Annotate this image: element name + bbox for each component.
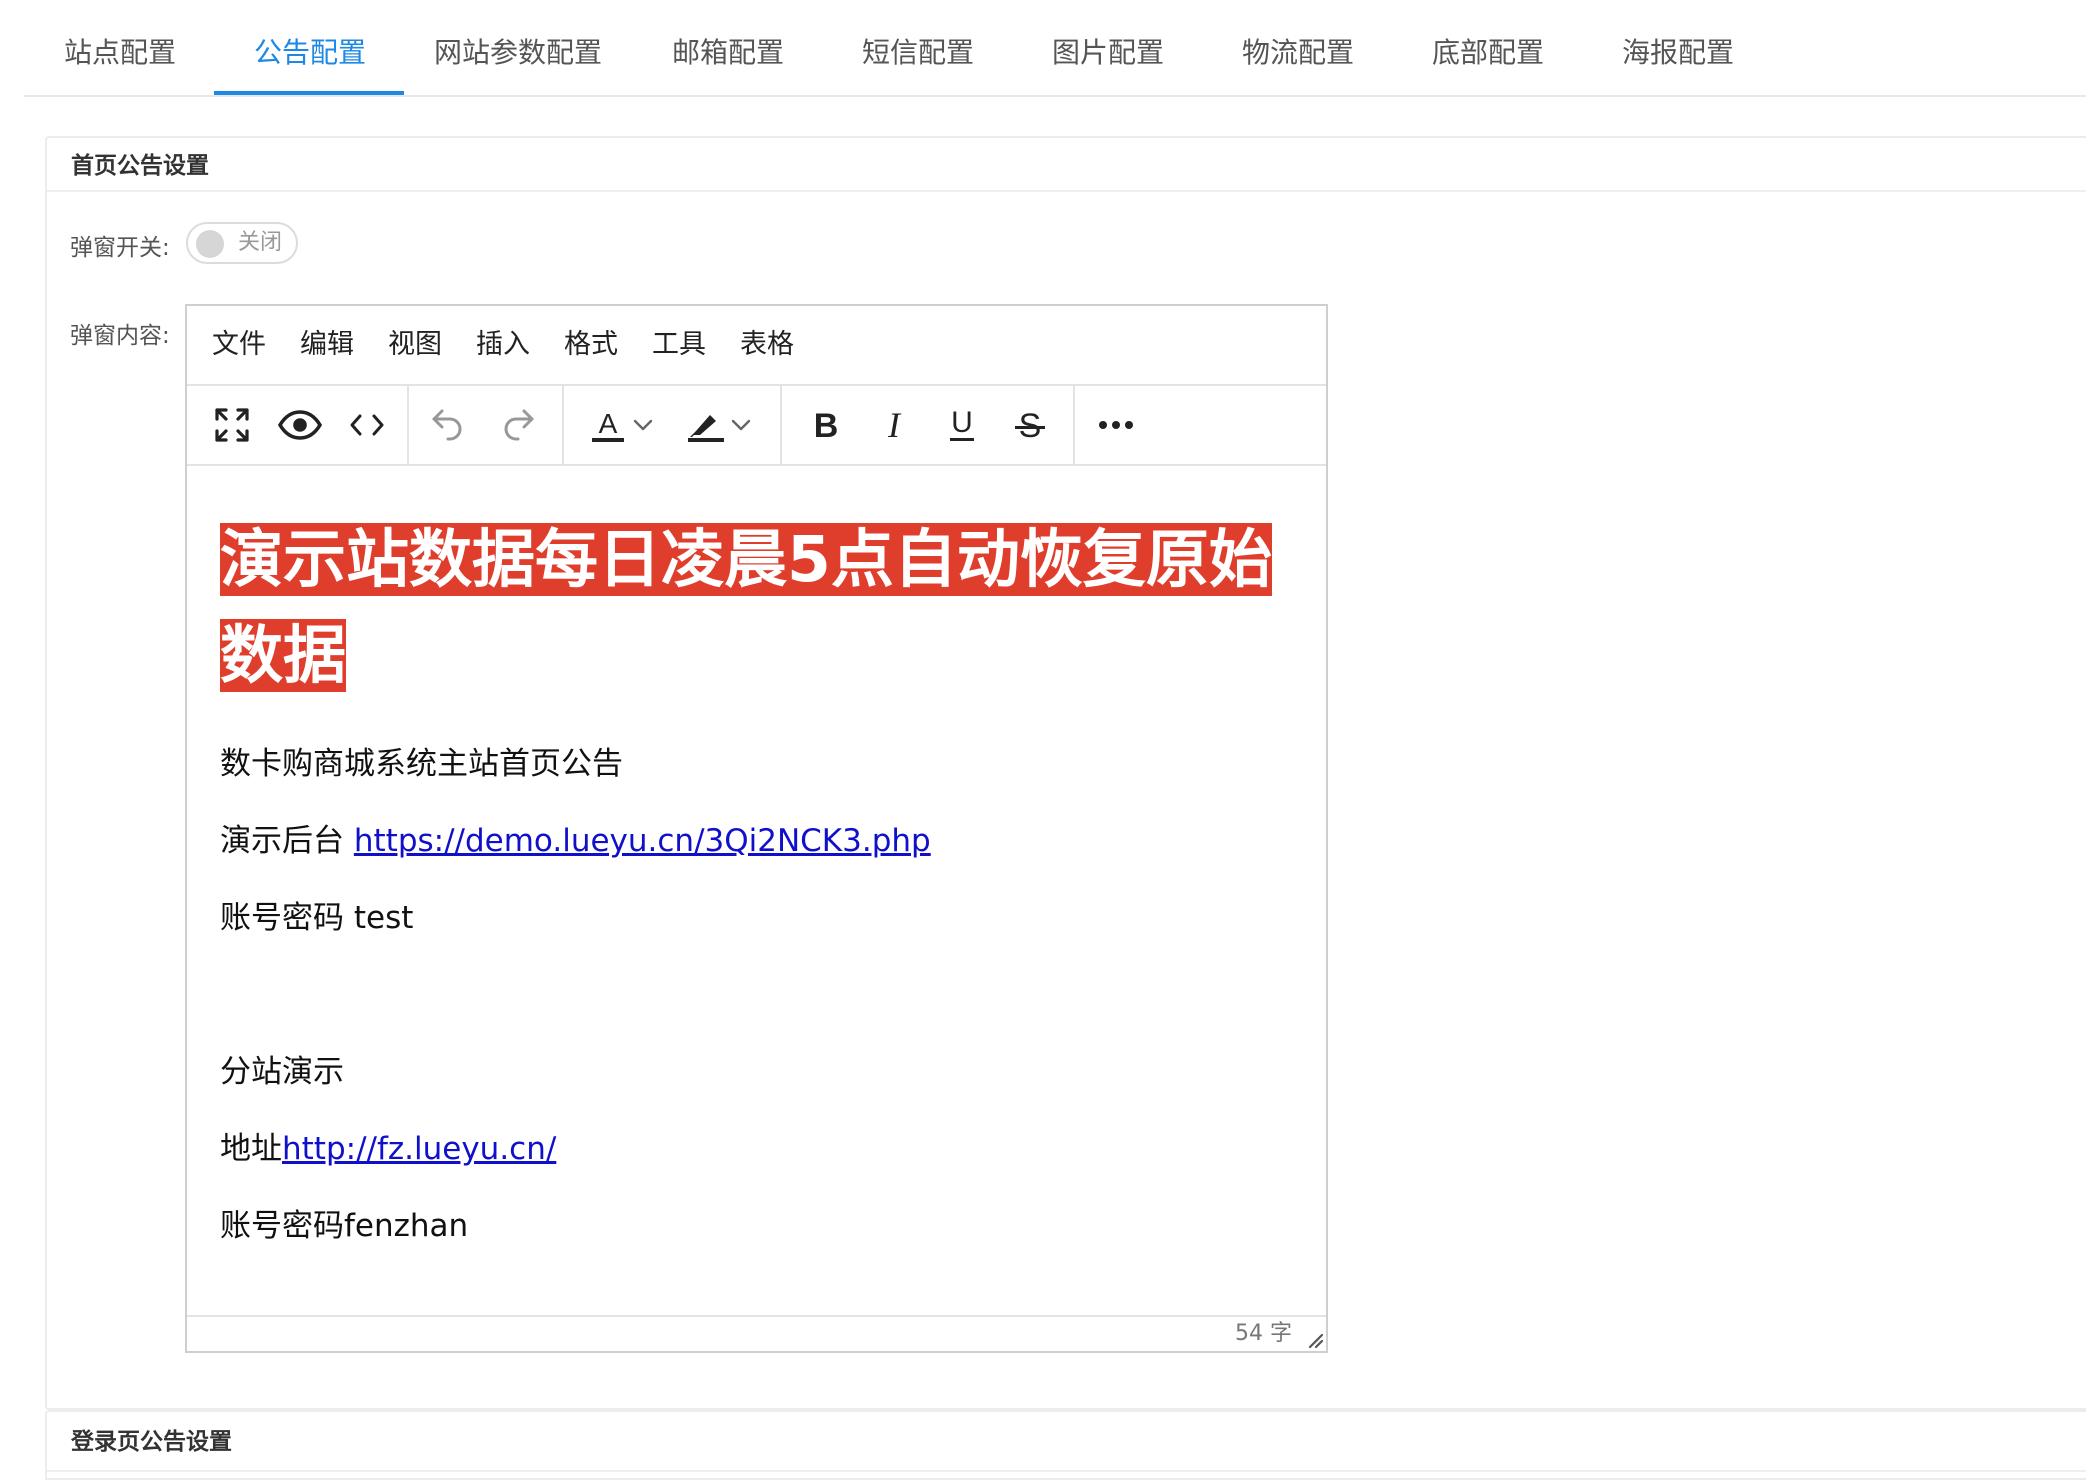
- substation-link[interactable]: http://fz.lueyu.cn/: [282, 1131, 556, 1167]
- menu-edit[interactable]: 编辑: [300, 306, 354, 384]
- tab-site-params-config[interactable]: 网站参数配置: [434, 0, 602, 95]
- headline-text: 演示站数据每日凌晨5点自动恢复原始数据: [220, 523, 1272, 692]
- svg-text:A: A: [599, 408, 618, 439]
- text-color-dropdown-icon[interactable]: [629, 400, 657, 450]
- strikethrough-icon[interactable]: S: [1005, 400, 1055, 450]
- svg-text:B: B: [814, 407, 839, 443]
- demo-backend-label: 演示后台: [220, 823, 354, 859]
- redo-icon[interactable]: [493, 400, 543, 450]
- fullscreen-icon[interactable]: [207, 400, 257, 450]
- menu-file[interactable]: 文件: [212, 306, 266, 384]
- popup-switch-toggle[interactable]: 关闭: [186, 222, 298, 264]
- svg-text:S: S: [1019, 407, 1042, 444]
- login-announcement-title: 登录页公告设置: [47, 1412, 2086, 1472]
- tab-footer-config[interactable]: 底部配置: [1432, 0, 1544, 95]
- source-code-icon[interactable]: [342, 400, 392, 450]
- tab-poster-config[interactable]: 海报配置: [1622, 0, 1734, 95]
- tab-email-config[interactable]: 邮箱配置: [672, 0, 784, 95]
- address-label: 地址: [220, 1131, 282, 1167]
- toolbar-separator: [562, 386, 564, 464]
- tab-sms-config[interactable]: 短信配置: [862, 0, 974, 95]
- popup-content-label: 弹窗内容:: [70, 323, 170, 349]
- tab-site-config[interactable]: 站点配置: [64, 0, 176, 95]
- italic-icon[interactable]: I: [869, 400, 919, 450]
- toggle-state-label: 关闭: [238, 230, 283, 255]
- editor-statusbar: 54 字: [187, 1315, 1326, 1351]
- paragraph-title: 数卡购商城系统主站首页公告: [220, 746, 623, 782]
- highlight-dropdown-icon[interactable]: [727, 400, 755, 450]
- paragraph-credentials: 账号密码 test: [220, 900, 414, 936]
- toolbar-separator: [407, 386, 409, 464]
- tab-announcement-config[interactable]: 公告配置: [254, 0, 366, 95]
- editor-toolbar: A B I U S: [187, 386, 1326, 466]
- tab-image-config[interactable]: 图片配置: [1052, 0, 1164, 95]
- preview-icon[interactable]: [275, 400, 325, 450]
- paragraph-demo-backend: 演示后台 https://demo.lueyu.cn/3Qi2NCK3.php: [220, 821, 931, 861]
- tab-logistics-config[interactable]: 物流配置: [1242, 0, 1354, 95]
- paragraph-substation-credentials: 账号密码fenzhan: [220, 1208, 469, 1244]
- toggle-knob: [196, 230, 224, 258]
- toolbar-separator: [780, 386, 782, 464]
- editor-menubar: 文件 编辑 视图 插入 格式 工具 表格: [187, 306, 1326, 386]
- paragraph-substation-address: 地址http://fz.lueyu.cn/: [220, 1129, 556, 1169]
- menu-tools[interactable]: 工具: [652, 306, 706, 384]
- paragraph-substation-demo: 分站演示: [220, 1054, 344, 1090]
- demo-backend-link[interactable]: https://demo.lueyu.cn/3Qi2NCK3.php: [354, 823, 931, 859]
- resize-handle-icon[interactable]: [1304, 1329, 1324, 1349]
- config-tabs: 站点配置 公告配置 网站参数配置 邮箱配置 短信配置 图片配置 物流配置 底部配…: [24, 0, 2086, 97]
- menu-format[interactable]: 格式: [564, 306, 618, 384]
- svg-text:U: U: [951, 406, 973, 439]
- word-count: 54 字: [1235, 1321, 1292, 1346]
- svg-text:I: I: [887, 407, 902, 443]
- menu-view[interactable]: 视图: [388, 306, 442, 384]
- text-color-icon[interactable]: A: [583, 400, 633, 450]
- toolbar-separator: [1073, 386, 1075, 464]
- menu-table[interactable]: 表格: [740, 306, 794, 384]
- menu-insert[interactable]: 插入: [476, 306, 530, 384]
- rich-text-editor: 文件 编辑 视图 插入 格式 工具 表格 A B I U S 演示站数据每日凌晨…: [185, 304, 1328, 1353]
- active-tab-indicator: [214, 91, 404, 95]
- highlighted-headline: 演示站数据每日凌晨5点自动恢复原始数据: [220, 512, 1290, 704]
- underline-icon[interactable]: U: [937, 400, 987, 450]
- popup-switch-label: 弹窗开关:: [70, 235, 170, 261]
- home-announcement-title: 首页公告设置: [47, 138, 2086, 192]
- bold-icon[interactable]: B: [801, 400, 851, 450]
- undo-icon[interactable]: [423, 400, 473, 450]
- highlight-color-icon[interactable]: [681, 400, 731, 450]
- editor-content-area[interactable]: 演示站数据每日凌晨5点自动恢复原始数据 数卡购商城系统主站首页公告 演示后台 h…: [187, 466, 1326, 1320]
- login-announcement-card: 登录页公告设置: [45, 1410, 2086, 1480]
- more-icon[interactable]: [1091, 400, 1141, 450]
